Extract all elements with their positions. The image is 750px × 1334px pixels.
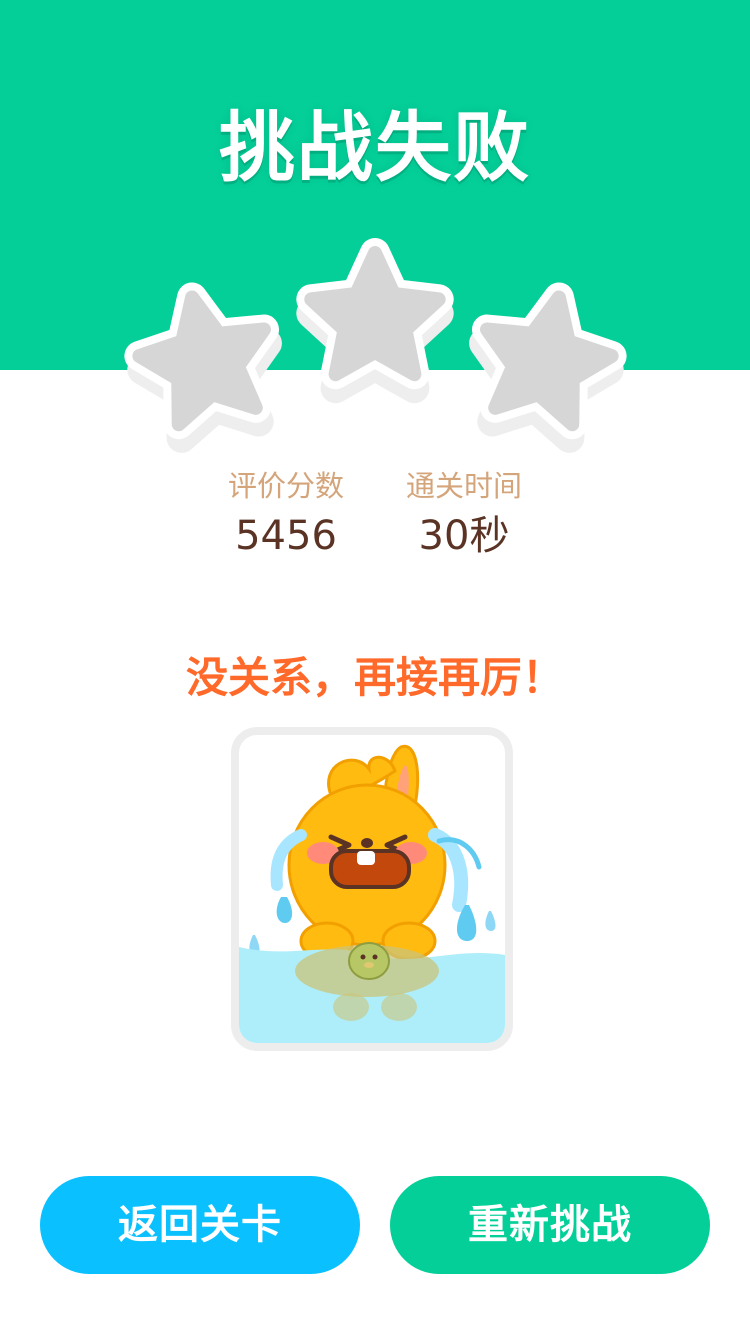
time-stat: 通关时间 30秒 — [374, 466, 554, 562]
star-empty-icon — [130, 284, 283, 443]
star-rating — [0, 230, 750, 470]
encouragement-message: 没关系，再接再厉！ — [185, 653, 564, 702]
score-label: 评价分数 — [227, 469, 344, 503]
star-empty-icon — [311, 253, 438, 388]
score-stat: 评价分数 5456 — [196, 466, 376, 562]
star-empty-icon — [469, 284, 622, 443]
back-to-levels-button[interactable]: 返回关卡 — [40, 1176, 360, 1274]
page-title: 挑战失败 — [219, 103, 531, 192]
retry-challenge-button[interactable]: 重新挑战 — [390, 1176, 710, 1274]
mascot-card — [231, 727, 513, 1051]
time-label: 通关时间 — [405, 469, 522, 503]
time-value: 30秒 — [418, 513, 510, 559]
score-value: 5456 — [235, 513, 337, 559]
crying-bunny-mascot-icon — [239, 744, 505, 1043]
